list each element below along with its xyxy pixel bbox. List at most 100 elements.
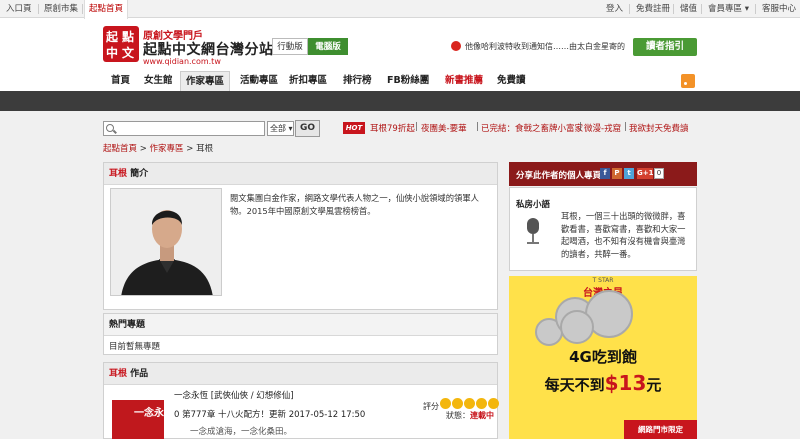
topic-empty-text: 目前暫無專題 xyxy=(109,342,161,352)
divider xyxy=(82,4,83,14)
sub-nav-bar xyxy=(0,91,800,111)
search-input[interactable] xyxy=(103,121,265,136)
search-scope-select[interactable]: 全部 ▾ xyxy=(267,121,294,136)
logo-char: 文 xyxy=(122,46,135,60)
pc-version-button[interactable]: 電腦版 xyxy=(308,38,348,55)
diary-text: 耳根，一個三十出頭的微微胖，喜歡看書，喜歡寫書，喜歡和大家一起喝酒，也不知有沒有… xyxy=(561,211,686,259)
breadcrumb: 起點首頁 > 作家專區 > 耳根 xyxy=(103,144,214,154)
panel-title-suffix: 作品 xyxy=(130,369,149,379)
hot-link[interactable]: 已完結：食戟之畜牌小富家 xyxy=(481,122,583,134)
topic-panel-title: 熱門專題 xyxy=(104,314,497,336)
register-link[interactable]: 免費註冊 xyxy=(636,0,670,18)
ad-price-prefix: 每天不到 xyxy=(544,376,605,394)
reader-guide-button[interactable]: 讀者指引 xyxy=(633,38,697,56)
book-latest-chapter[interactable]: 0 第777章 十八火配方！更新 2017-05-12 17:50 xyxy=(174,408,365,420)
plurk-share-icon[interactable]: P xyxy=(612,168,622,179)
hot-link[interactable]: 夜團美-要華 xyxy=(421,122,467,134)
member-menu[interactable]: 會員專區 ▾ xyxy=(708,0,749,18)
nav-ranking[interactable]: 排行榜 xyxy=(343,71,372,91)
nav-new-books[interactable]: 新書推薦 xyxy=(445,71,483,91)
diary-title: 私房小語 xyxy=(516,200,551,210)
breadcrumb-author-zone[interactable]: 作家專區 xyxy=(150,144,184,154)
microphone-icon xyxy=(525,218,541,244)
ad-price-suffix: 元 xyxy=(646,376,662,394)
topbar-entry-link[interactable]: 入口頁 xyxy=(6,0,32,18)
divider xyxy=(701,4,702,14)
star-icon xyxy=(464,398,475,409)
nav-female[interactable]: 女生館 xyxy=(144,71,173,91)
status-label: 狀態： xyxy=(446,411,470,420)
facebook-share-icon[interactable]: f xyxy=(600,168,610,179)
logo-char: 點 xyxy=(122,30,135,44)
star-icon xyxy=(488,398,499,409)
breadcrumb-current: 耳根 xyxy=(196,144,214,154)
star-icon xyxy=(476,398,487,409)
author-portrait-image xyxy=(111,189,221,295)
panel-title-suffix: 簡介 xyxy=(130,169,149,179)
breadcrumb-home[interactable]: 起點首頁 xyxy=(103,144,137,154)
author-name: 耳根 xyxy=(109,169,128,179)
author-intro-text: 閱文集團白金作家，網路文學代表人物之一，仙俠小說領域的領軍人物。2015年中國原… xyxy=(230,193,479,216)
notice-text[interactable]: 他像哈利波特收到通知信……由太白金星寄的 xyxy=(465,41,625,52)
book-status: 狀態：連載中 xyxy=(446,410,494,421)
service-link[interactable]: 客服中心 xyxy=(762,0,796,18)
share-count: 0 xyxy=(654,168,664,179)
logo-char: 中 xyxy=(106,46,119,60)
nav-author-zone[interactable]: 作家專區 xyxy=(180,71,231,91)
ad-footer-badge: 網路門市限定 xyxy=(624,420,697,439)
topbar-market-link[interactable]: 原創市集 xyxy=(44,0,78,18)
book-cover-text: 一念永 xyxy=(134,408,164,419)
divider: | xyxy=(579,122,582,132)
divider xyxy=(38,4,39,14)
top-bar: 入口頁 原創市集 起點首頁 登入 免費註冊 儲值 會員專區 ▾ 客服中心 xyxy=(0,0,800,19)
book-description: 一念成滄海，一念化桑田。 xyxy=(190,427,293,437)
coin-image xyxy=(560,310,594,344)
topbar-home-tab[interactable]: 起點首頁 xyxy=(84,0,128,19)
site-brand[interactable]: 起點中文網台灣分站 xyxy=(143,39,274,59)
ad-tstar-label: T STAR xyxy=(592,277,614,284)
speaker-icon xyxy=(451,41,461,51)
nav-events[interactable]: 活動專區 xyxy=(240,71,278,91)
main-nav: 首頁 女生館 作家專區 活動專區 折扣專區 排行榜 FB粉絲團 新書推薦 免費讀 xyxy=(103,71,697,91)
nav-facebook[interactable]: FB粉絲團 xyxy=(387,71,429,91)
google-plus-icon[interactable]: G+1 xyxy=(637,168,653,179)
nav-discount[interactable]: 折扣專區 xyxy=(289,71,327,91)
divider: | xyxy=(415,122,418,132)
book-cover[interactable]: 一念永 xyxy=(112,400,164,439)
author-name: 耳根 xyxy=(109,369,128,379)
ad-price-value: $13 xyxy=(604,371,647,395)
topic-panel: 熱門專題 目前暫無專題 xyxy=(103,313,498,355)
topup-link[interactable]: 儲值 xyxy=(680,0,697,18)
login-link[interactable]: 登入 xyxy=(606,0,623,18)
mobile-version-button[interactable]: 行動版 xyxy=(272,38,308,55)
twitter-share-icon[interactable]: t xyxy=(624,168,634,179)
divider: | xyxy=(476,122,479,132)
search-scope-value: 全部 xyxy=(270,124,286,133)
site-domain: www.qidian.com.tw xyxy=(143,57,221,66)
share-title: 分享此作者的個人專頁 xyxy=(516,171,602,181)
status-value: 連載中 xyxy=(470,411,494,420)
rating-label: 評分 xyxy=(423,402,439,411)
site-logo[interactable]: 起 點 中 文 xyxy=(103,26,139,62)
intro-panel-title: 耳根 簡介 xyxy=(104,163,497,185)
divider xyxy=(755,4,756,14)
search-go-button[interactable]: GO xyxy=(295,120,320,137)
star-icon xyxy=(440,398,451,409)
search-icon xyxy=(106,124,114,132)
works-panel-title: 耳根 作品 xyxy=(104,363,497,385)
ad-headline: 4G吃到飽 xyxy=(569,348,637,366)
nav-free-read[interactable]: 免費讀 xyxy=(497,71,526,91)
logo-char: 起 xyxy=(106,30,119,44)
star-icon xyxy=(452,398,463,409)
hot-link[interactable]: 微漫-戎窟 xyxy=(584,122,621,134)
divider: | xyxy=(624,122,627,132)
hot-link[interactable]: 我欲封天免費讀 xyxy=(629,122,689,134)
hot-link[interactable]: 耳根79折起 xyxy=(370,122,415,134)
rss-icon[interactable] xyxy=(681,74,695,88)
divider xyxy=(673,4,674,14)
author-photo xyxy=(110,188,222,296)
ad-price-line: 每天不到$13元 xyxy=(509,371,697,395)
book-title-link[interactable]: 一念永恆 [武俠仙俠 / 幻想修仙] xyxy=(174,389,294,401)
divider xyxy=(629,4,630,14)
nav-home[interactable]: 首頁 xyxy=(111,71,130,91)
